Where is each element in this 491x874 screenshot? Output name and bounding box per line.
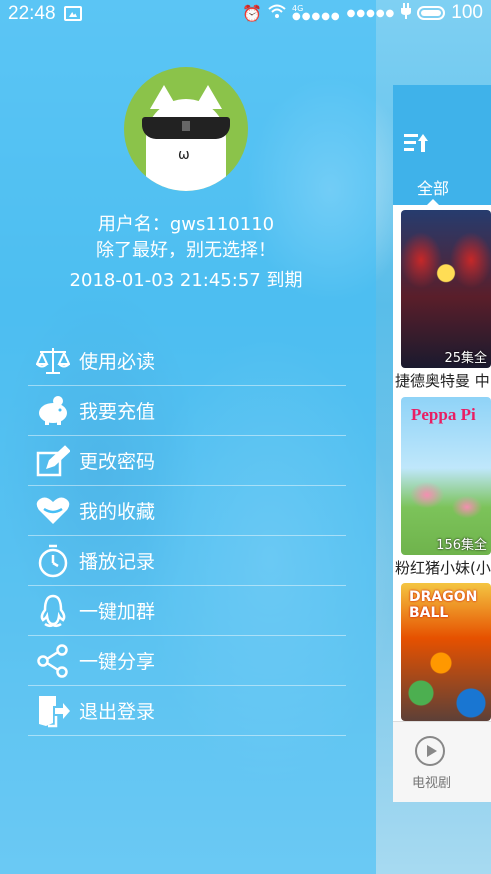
video-title: 捷德奥特曼 中: [395, 372, 490, 390]
poster-logo-text: DRAGON BALL: [409, 589, 478, 621]
menu-label: 使用必读: [79, 351, 156, 373]
image-notification-icon: [64, 6, 82, 21]
qq-icon: [35, 593, 71, 629]
tab-indicator: [427, 199, 439, 205]
status-indicators: ⏰ 4G ●●●●● ●●●●● 100: [242, 2, 483, 24]
signal-dots-2: ●●●●●: [346, 7, 396, 19]
video-poster: 25集全: [401, 210, 491, 368]
signal-dots-1: ●●●●●: [292, 11, 341, 22]
logout-icon: [35, 693, 71, 729]
expiry-date: 2018-01-03 21:45:57 到期: [69, 270, 303, 291]
signal-group-1: 4G ●●●●●: [292, 5, 341, 22]
episode-count: 156集全: [436, 538, 487, 553]
cat-face: [146, 99, 226, 191]
menu-item-change-password[interactable]: 更改密码: [28, 436, 346, 486]
sunglasses-icon: [142, 117, 230, 139]
menu-item-join-group[interactable]: 一键加群: [28, 586, 346, 636]
menu-label: 我的收藏: [79, 501, 156, 523]
piggy-bank-icon: [35, 393, 71, 429]
video-title: 粉红猪小妹(小: [395, 559, 491, 577]
username-text: 用户名：gws110110: [97, 214, 275, 235]
status-time: 22:48: [8, 3, 56, 24]
share-icon: [35, 643, 71, 679]
charging-icon: [401, 3, 412, 23]
battery-icon: [417, 6, 446, 20]
video-poster: Peppa Pi 156集全: [401, 397, 491, 555]
alarm-icon: ⏰: [242, 3, 263, 23]
timer-icon: [35, 543, 71, 579]
nav-tv-label[interactable]: 电视剧: [412, 772, 451, 791]
menu-item-guide[interactable]: 使用必读: [28, 336, 346, 386]
episode-count: 25集全: [444, 351, 487, 366]
scale-icon: [35, 343, 71, 379]
menu-label: 播放记录: [79, 551, 156, 573]
bottom-nav: 电视剧: [393, 721, 491, 802]
menu-item-recharge[interactable]: 我要充值: [28, 386, 346, 436]
poster-logo-text: Peppa Pi: [411, 405, 476, 424]
menu-label: 更改密码: [79, 451, 156, 473]
user-motto: 除了最好，别无选择！: [96, 240, 276, 261]
tab-all[interactable]: 全部: [417, 175, 449, 199]
drawer-menu: 使用必读 我要充值 更改密码 我的收藏 播放记录 一键加群 一键分享 退出登录: [28, 336, 346, 736]
menu-item-share[interactable]: 一键分享: [28, 636, 346, 686]
play-circle-icon[interactable]: [415, 736, 445, 766]
main-header: 全部: [393, 85, 491, 205]
main-page-panel: 全部 25集全 捷德奥特曼 中 Peppa Pi 156集全 粉红猪小妹(小 D…: [393, 85, 491, 802]
heart-icon: [35, 493, 71, 529]
menu-item-history[interactable]: 播放记录: [28, 536, 346, 586]
menu-item-logout[interactable]: 退出登录: [28, 686, 346, 736]
menu-item-favorites[interactable]: 我的收藏: [28, 486, 346, 536]
user-avatar[interactable]: ω: [124, 67, 248, 191]
menu-label: 一键加群: [79, 601, 156, 623]
battery-level: 100: [451, 2, 483, 23]
cat-mouth: ω: [178, 147, 190, 163]
video-poster: DRAGON BALL: [401, 583, 491, 721]
menu-label: 我要充值: [79, 401, 156, 423]
status-bar: 22:48 ⏰ 4G ●●●●● ●●●●● 100: [0, 0, 491, 28]
menu-label: 退出登录: [79, 701, 156, 723]
wifi-icon: [268, 3, 286, 23]
edit-icon: [35, 443, 71, 479]
menu-label: 一键分享: [79, 651, 156, 673]
sort-icon[interactable]: [404, 132, 428, 158]
